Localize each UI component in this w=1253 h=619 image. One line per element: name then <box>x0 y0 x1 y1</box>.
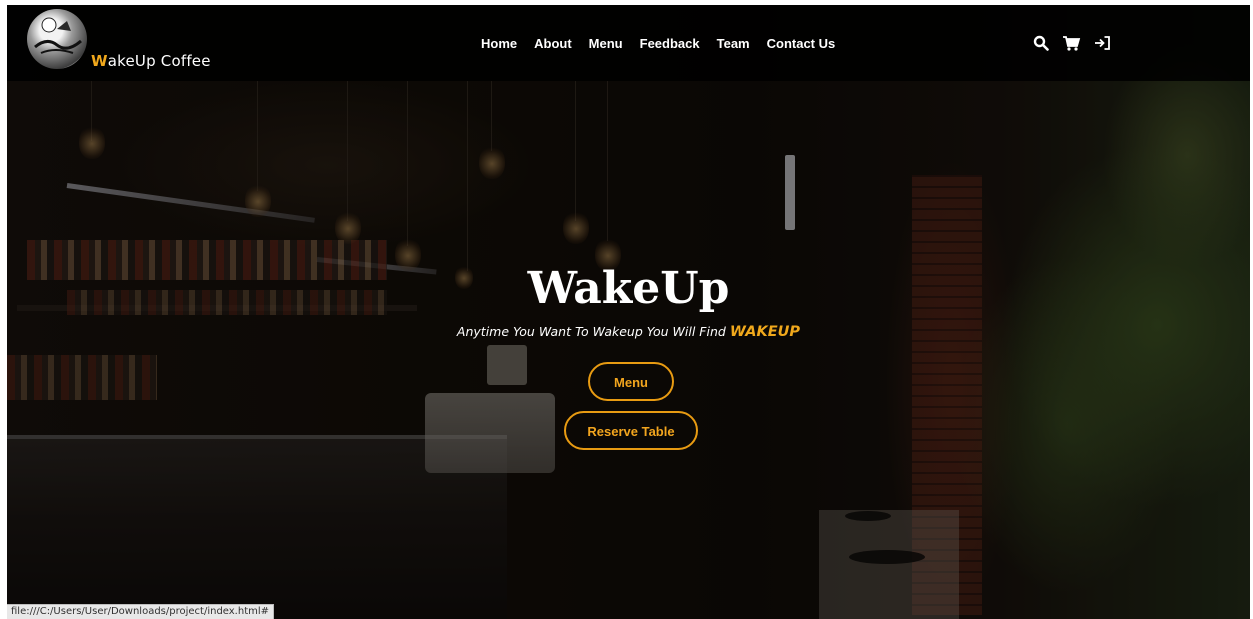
reserve-table-button[interactable]: Reserve Table <box>564 411 698 450</box>
brand-name-rest: akeUp Coffee <box>107 52 211 70</box>
nav-menu[interactable]: Menu <box>589 36 623 51</box>
status-bar-url: file:///C:/Users/User/Downloads/project/… <box>7 604 275 619</box>
brand-name-first-letter: W <box>91 52 108 70</box>
nav-contact-us[interactable]: Contact Us <box>767 36 836 51</box>
hero-subtitle: Anytime You Want To Wakeup You Will Find… <box>7 324 1250 340</box>
main-nav: Home About Menu Feedback Team Contact Us <box>481 36 835 51</box>
search-icon[interactable] <box>1033 35 1049 56</box>
brand-name[interactable]: WakeUp Coffee <box>91 52 211 70</box>
logo-icon[interactable] <box>27 9 87 69</box>
nav-home[interactable]: Home <box>481 36 517 51</box>
cart-icon[interactable] <box>1062 35 1081 56</box>
hero-title: WakeUp <box>527 263 730 314</box>
header-actions <box>1033 35 1111 56</box>
menu-button[interactable]: Menu <box>588 362 674 401</box>
nav-about[interactable]: About <box>534 36 572 51</box>
site-header: WakeUp Coffee Home About Menu Feedback T… <box>7 5 1250 81</box>
hero-subtitle-text: Anytime You Want To Wakeup You Will Find <box>456 324 730 339</box>
sign-in-icon[interactable] <box>1094 35 1111 56</box>
hero-subtitle-highlight: WAKEUP <box>729 324 801 340</box>
nav-feedback[interactable]: Feedback <box>640 36 700 51</box>
nav-team[interactable]: Team <box>717 36 750 51</box>
page-viewport: WakeUp Coffee Home About Menu Feedback T… <box>7 5 1250 619</box>
